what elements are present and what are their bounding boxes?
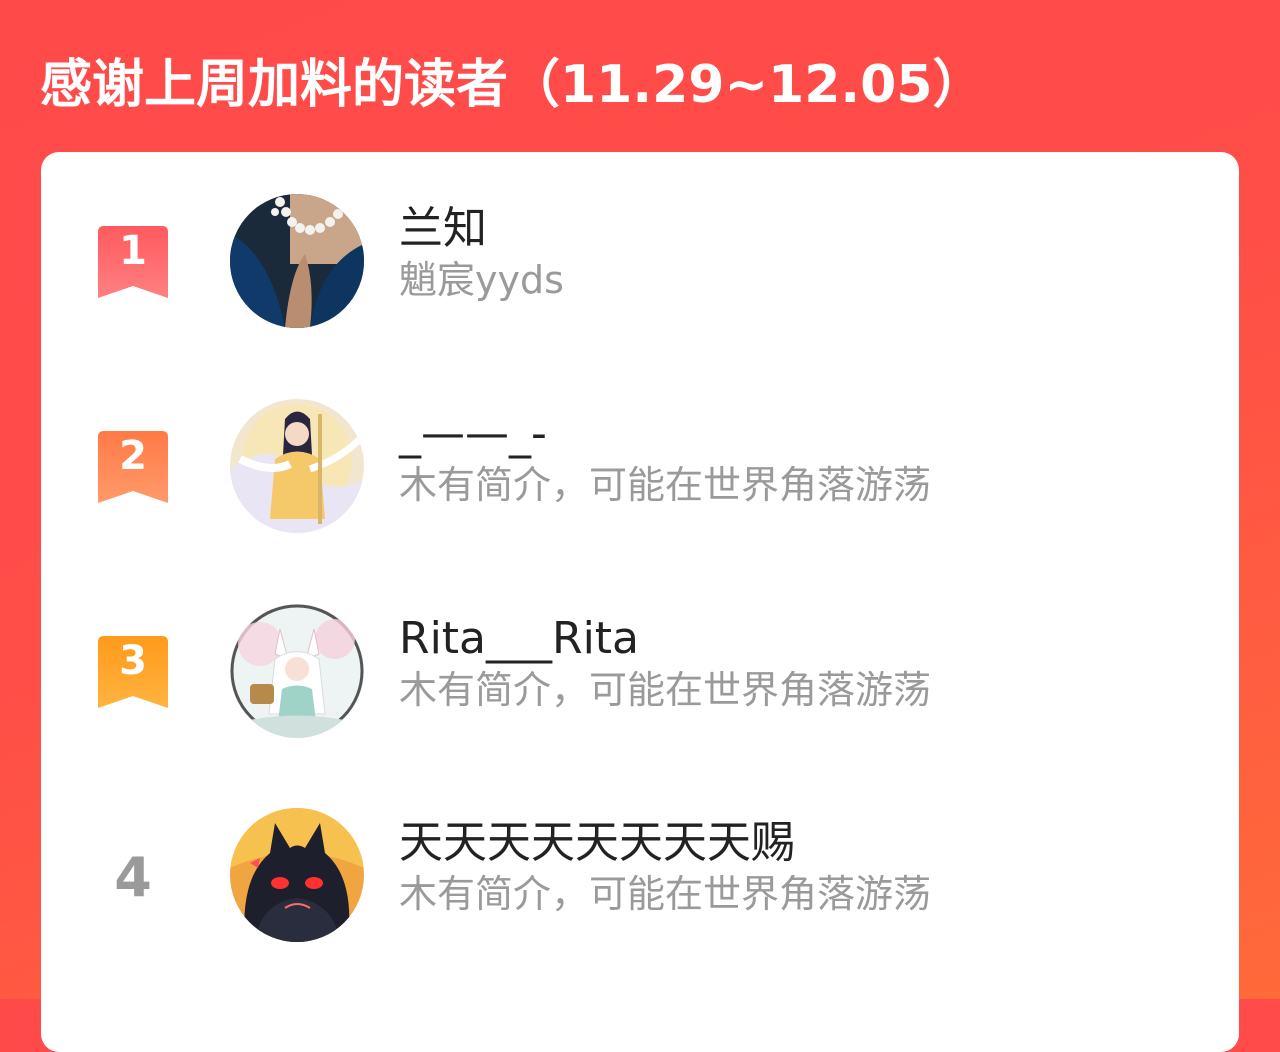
reader-name: _——_- (399, 408, 547, 459)
avatar[interactable] (230, 808, 364, 942)
reader-list-card: 1 兰知 魈宸yyds 2 _——_- 木有简介，可能在世界角落游荡 3 Rit… (41, 152, 1239, 1052)
rank-number: 4 (114, 846, 152, 909)
reader-name: 天天天天天天天天赐 (399, 817, 795, 868)
reader-bio: 木有简介，可能在世界角落游荡 (399, 872, 932, 916)
rank-number: 3 (119, 638, 147, 684)
avatar[interactable] (230, 604, 364, 738)
avatar-anime-goddess-icon (230, 399, 364, 533)
page-title: 感谢上周加料的读者（11.29~12.05） (40, 55, 985, 115)
avatar[interactable] (230, 399, 364, 533)
list-item[interactable]: 2 _——_- 木有简介，可能在世界角落游荡 (41, 399, 1239, 539)
rank-ribbon-icon: 3 (98, 636, 168, 710)
rank-number: 2 (119, 433, 147, 479)
list-item[interactable]: 3 Rita___Rita 木有简介，可能在世界角落游荡 (41, 604, 1239, 744)
reader-name: 兰知 (399, 203, 487, 254)
rank-number: 1 (119, 228, 147, 274)
avatar-dark-creature-icon (230, 808, 364, 942)
list-item[interactable]: 4 天天天天天天天天赐 木有简介，可能在世界角落游荡 (41, 808, 1239, 948)
rank-ribbon-icon: 2 (98, 431, 168, 505)
avatar-pearl-necklace-icon (230, 194, 364, 328)
reader-bio: 木有简介，可能在世界角落游荡 (399, 463, 932, 507)
reader-bio: 木有简介，可能在世界角落游荡 (399, 668, 932, 712)
list-item[interactable]: 1 兰知 魈宸yyds (41, 194, 1239, 334)
avatar[interactable] (230, 194, 364, 328)
reader-bio: 魈宸yyds (399, 258, 564, 302)
rank-ribbon-icon: 1 (98, 226, 168, 300)
reader-name: Rita___Rita (399, 613, 640, 664)
avatar-anime-fox-girl-icon (230, 604, 364, 738)
